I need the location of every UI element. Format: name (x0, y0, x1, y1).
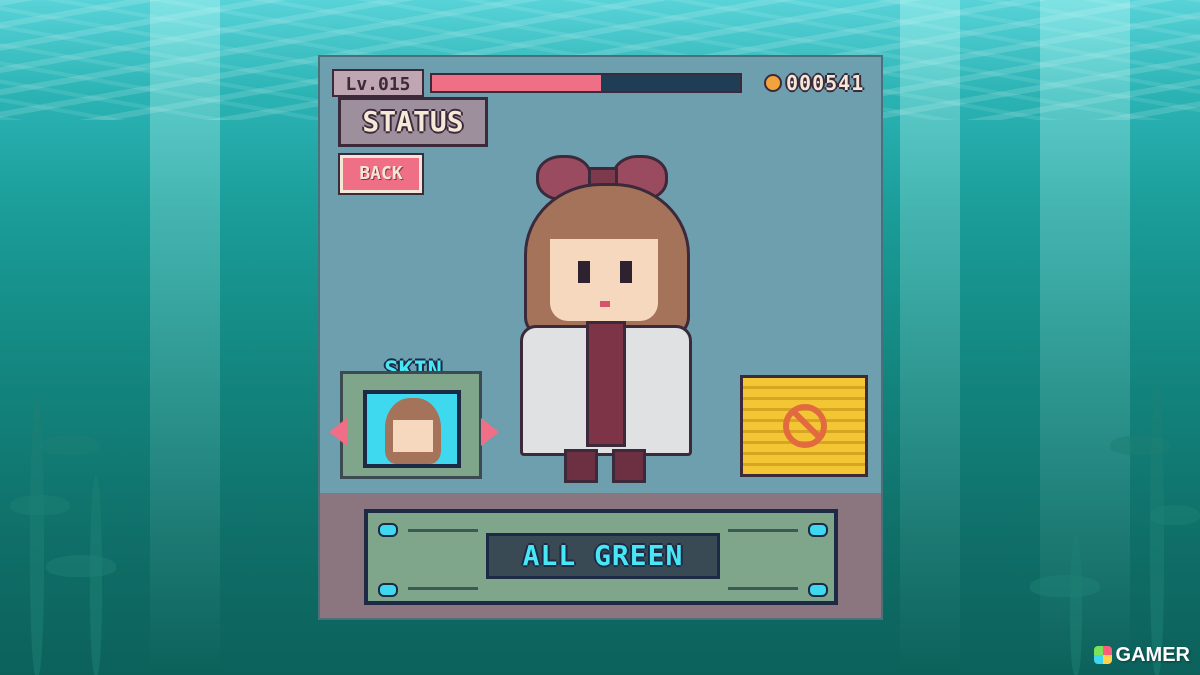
indicator-light (378, 583, 398, 597)
indicator-light (808, 523, 828, 537)
indicator-light (378, 523, 398, 537)
status-title: STATUS (338, 97, 488, 147)
character-sprite (500, 149, 700, 483)
light-ray (900, 0, 960, 675)
floor: ALL GREEN (320, 493, 881, 618)
skin-next-arrow-icon[interactable] (481, 418, 499, 446)
all-green-status: ALL GREEN (486, 533, 720, 579)
skin-selector (329, 371, 499, 479)
status-screen: Lv.015 000541 STATUS BACK SKIN ALL GREEN (318, 55, 883, 620)
watermark: GAMER (1093, 643, 1190, 667)
level-label: Lv.015 (332, 69, 424, 97)
hp-bar-fill (432, 75, 602, 91)
back-button[interactable]: BACK (338, 153, 424, 195)
status-board: ALL GREEN (364, 509, 838, 605)
gamer-logo-icon (1093, 646, 1112, 664)
skin-portrait[interactable] (363, 390, 461, 468)
coin-count: 000541 (786, 71, 865, 95)
watermark-text: GAMER (1115, 644, 1190, 666)
locked-item-slot[interactable] (740, 375, 868, 477)
coin-icon (764, 74, 782, 92)
seaweed-left (10, 355, 210, 675)
hp-bar (430, 73, 742, 93)
seaweed-right (1010, 355, 1200, 675)
hud-bar: Lv.015 000541 (332, 69, 872, 97)
skin-prev-arrow-icon[interactable] (329, 418, 347, 446)
indicator-light (808, 583, 828, 597)
prohibited-icon (783, 404, 827, 448)
